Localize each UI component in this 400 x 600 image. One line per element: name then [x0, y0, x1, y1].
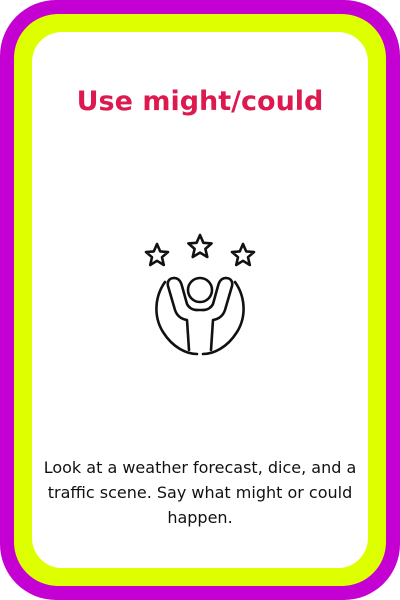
card-description: Look at a weather forecast, dice, and a … — [43, 458, 357, 527]
celebrating-person-with-stars-icon — [135, 230, 265, 360]
card-title: Use might/could — [76, 86, 324, 117]
